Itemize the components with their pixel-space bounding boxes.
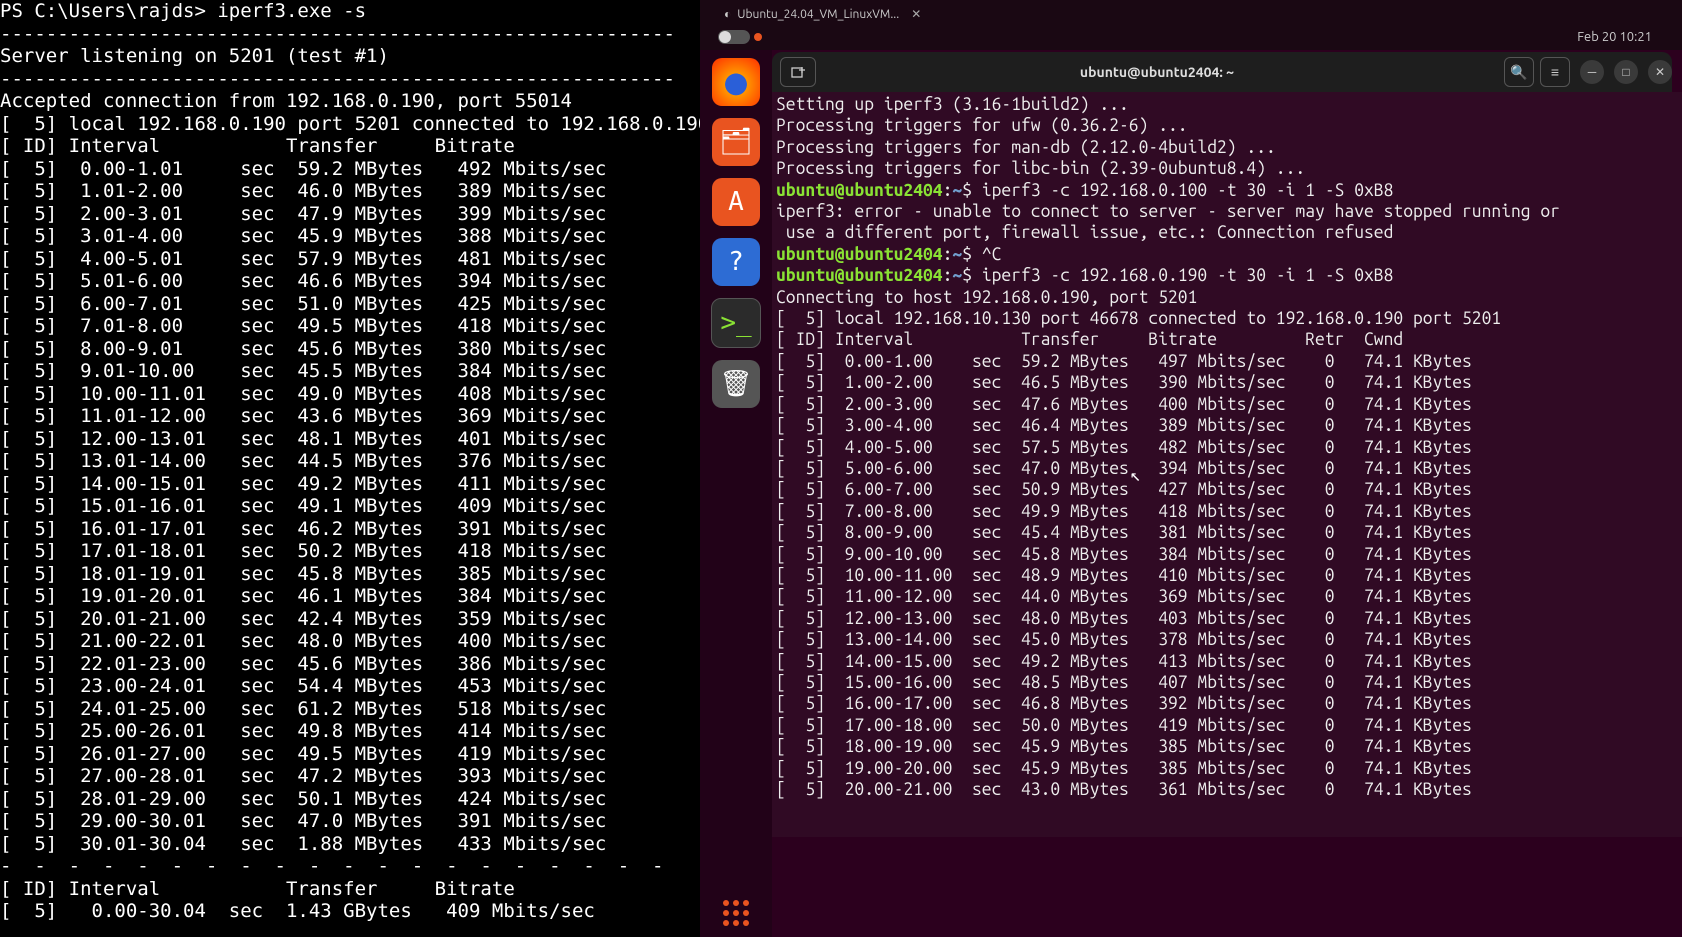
search-button[interactable]: 🔍 (1504, 57, 1534, 87)
new-tab-button[interactable] (780, 57, 816, 87)
close-icon[interactable]: ✕ (911, 7, 921, 21)
software-store-icon[interactable]: A (712, 178, 760, 226)
search-icon: 🔍 (1510, 64, 1527, 81)
maximize-button[interactable]: □ (1614, 60, 1638, 84)
close-icon: ✕ (1655, 65, 1665, 79)
status-dot-icon (754, 33, 762, 41)
hamburger-menu-button[interactable]: ≡ (1540, 57, 1570, 87)
new-tab-icon (791, 65, 805, 79)
vm-tab[interactable]: ◐ Ubuntu_24.04_VM_LinuxVM... ✕ (716, 2, 929, 26)
terminal-titlebar: ubuntu@ubuntu2404: ~ 🔍 ≡ ─ □ ✕ (772, 52, 1672, 92)
gnome-terminal[interactable]: Setting up iperf3 (3.16-1build2) ... Pro… (772, 92, 1682, 837)
clock[interactable]: Feb 20 10:21 (1577, 30, 1652, 44)
ubuntu-desktop: ◐ Ubuntu_24.04_VM_LinuxVM... ✕ Feb 20 10… (700, 0, 1682, 937)
help-icon[interactable]: ? (712, 238, 760, 286)
files-icon[interactable]: 🗂 (712, 118, 760, 166)
panel-toggle[interactable] (718, 30, 750, 44)
ubuntu-logo-icon: ◐ (724, 7, 731, 21)
ubuntu-dock: 🗂 A ? >_ 🗑 (700, 50, 772, 937)
vm-topbar: ◐ Ubuntu_24.04_VM_LinuxVM... ✕ Feb 20 10… (700, 0, 1682, 50)
vm-tab-title: Ubuntu_24.04_VM_LinuxVM... (737, 8, 899, 21)
terminal-title: ubuntu@ubuntu2404: ~ (816, 64, 1498, 80)
minimize-icon: ─ (1588, 65, 1597, 79)
terminal-icon[interactable]: >_ (711, 298, 761, 348)
hamburger-icon: ≡ (1551, 64, 1559, 80)
trash-icon[interactable]: 🗑 (712, 360, 760, 408)
powershell-terminal[interactable]: PS C:\Users\rajds> iperf3.exe -s -------… (0, 0, 700, 937)
close-button[interactable]: ✕ (1648, 60, 1672, 84)
minimize-button[interactable]: ─ (1580, 60, 1604, 84)
show-applications-icon[interactable] (712, 889, 760, 937)
firefox-icon[interactable] (712, 58, 760, 106)
maximize-icon: □ (1622, 65, 1629, 79)
